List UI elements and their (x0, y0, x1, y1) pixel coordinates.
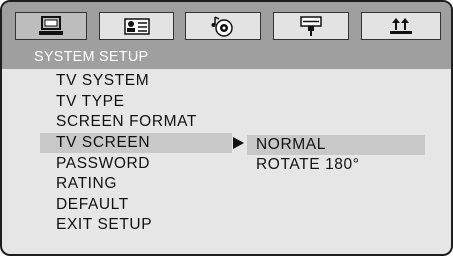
tab-bar (2, 2, 451, 46)
speaker-icon (300, 16, 322, 36)
submenu-arrow-icon (233, 137, 244, 149)
menu-item-default[interactable]: DEFAULT (56, 195, 129, 215)
tab-speaker[interactable] (273, 12, 349, 40)
music-disc-icon (211, 16, 233, 37)
tab-preferences[interactable] (361, 12, 441, 40)
menu-item-screen-format[interactable]: SCREEN FORMAT (56, 112, 197, 132)
menu-item-tv-system[interactable]: TV SYSTEM (56, 71, 149, 91)
page-title: SYSTEM SETUP (2, 46, 451, 69)
person-card-icon (123, 18, 150, 35)
menu-item-tv-screen[interactable]: TV SCREEN (56, 133, 150, 153)
monitor-icon (39, 16, 63, 35)
menu-item-password[interactable]: PASSWORD (56, 154, 150, 174)
setup-screen: SYSTEM SETUP TV SYSTEM TV TYPE SCREEN FO… (0, 0, 453, 256)
tab-system[interactable] (15, 12, 87, 40)
menu-item-rating[interactable]: RATING (56, 174, 117, 194)
menu-item-exit-setup[interactable]: EXIT SETUP (56, 215, 152, 235)
tab-language[interactable] (99, 12, 174, 40)
tab-audio[interactable] (185, 12, 261, 40)
submenu-option-rotate-180[interactable]: ROTATE 180° (256, 155, 360, 175)
menu-item-tv-type[interactable]: TV TYPE (56, 92, 125, 112)
settings-sliders-icon (390, 18, 412, 34)
submenu-option-normal[interactable]: NORMAL (256, 135, 326, 155)
